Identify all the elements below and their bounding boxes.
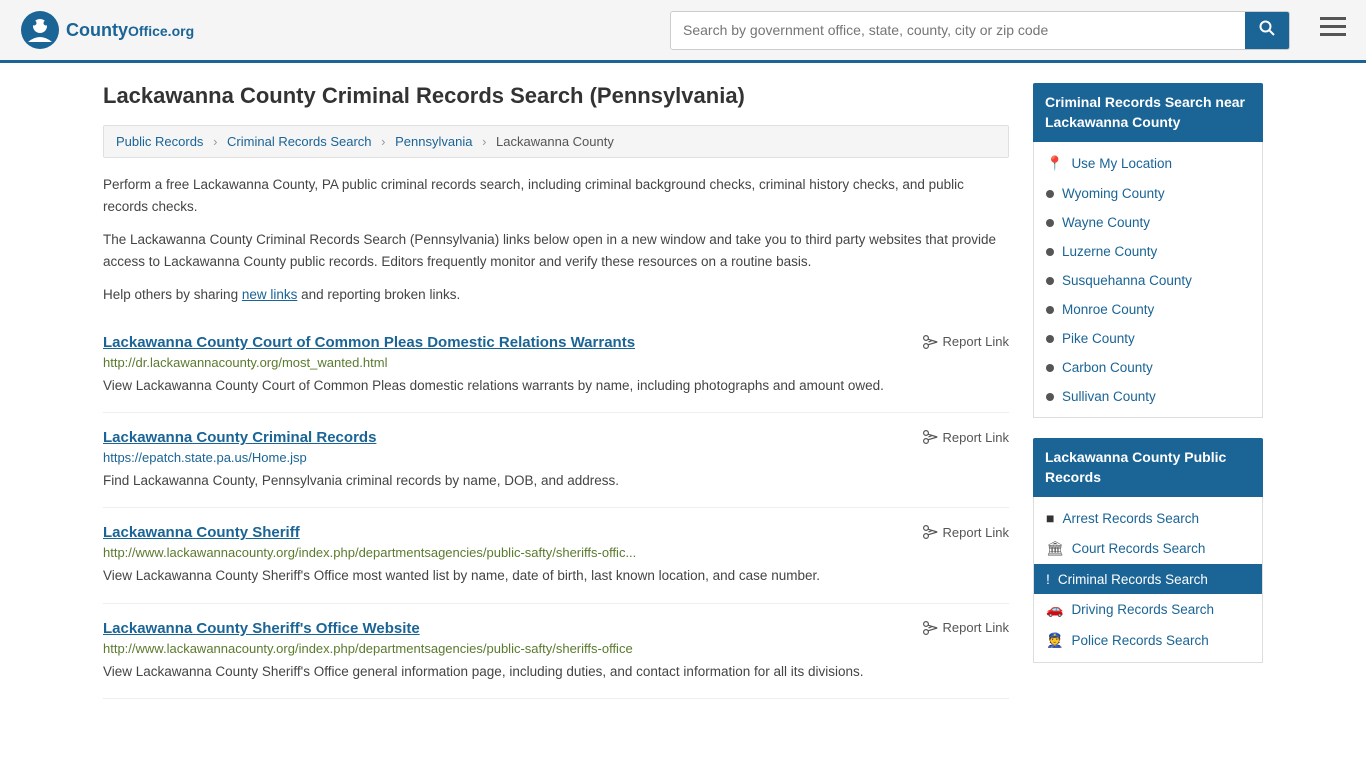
- nearby-county-6[interactable]: Carbon County: [1034, 353, 1262, 382]
- result-header-2: Lackawanna County Sheriff Report Link: [103, 524, 1009, 541]
- nearby-counties-list: Wyoming CountyWayne CountyLuzerne County…: [1034, 179, 1262, 411]
- main-container: Lackawanna County Criminal Records Searc…: [83, 63, 1283, 719]
- result-desc-0: View Lackawanna County Court of Common P…: [103, 376, 1009, 396]
- public-record-link-3[interactable]: 🚗Driving Records Search: [1034, 594, 1262, 625]
- dot-icon: [1046, 306, 1054, 314]
- scissors-icon: [922, 429, 938, 445]
- public-records-header: Lackawanna County Public Records: [1033, 438, 1263, 497]
- result-title-1[interactable]: Lackawanna County Criminal Records: [103, 429, 376, 446]
- public-record-link-0[interactable]: ■Arrest Records Search: [1034, 503, 1262, 533]
- result-item-0: Lackawanna County Court of Common Pleas …: [103, 318, 1009, 413]
- search-bar: [670, 11, 1290, 50]
- result-item-1: Lackawanna County Criminal Records Repor…: [103, 413, 1009, 508]
- nearby-county-3[interactable]: Susquehanna County: [1034, 266, 1262, 295]
- search-icon: [1259, 20, 1275, 36]
- result-header-1: Lackawanna County Criminal Records Repor…: [103, 429, 1009, 446]
- nearby-header: Criminal Records Search near Lackawanna …: [1033, 83, 1263, 142]
- hamburger-menu-icon[interactable]: [1320, 17, 1346, 43]
- description-1: Perform a free Lackawanna County, PA pub…: [103, 174, 1009, 217]
- site-header: CountyOffice.org: [0, 0, 1366, 63]
- result-title-0[interactable]: Lackawanna County Court of Common Pleas …: [103, 334, 635, 351]
- result-item-3: Lackawanna County Sheriff's Office Websi…: [103, 604, 1009, 699]
- report-link-0[interactable]: Report Link: [922, 334, 1009, 350]
- nearby-section: Criminal Records Search near Lackawanna …: [1033, 83, 1263, 418]
- logo-text: CountyOffice.org: [66, 20, 194, 41]
- rec-icon-3: 🚗: [1046, 601, 1063, 618]
- report-link-3[interactable]: Report Link: [922, 620, 1009, 636]
- result-url-1: https://epatch.state.pa.us/Home.jsp: [103, 450, 1009, 465]
- new-links-link[interactable]: new links: [242, 287, 298, 302]
- nearby-county-2[interactable]: Luzerne County: [1034, 237, 1262, 266]
- dot-icon: [1046, 335, 1054, 343]
- dot-icon: [1046, 277, 1054, 285]
- scissors-icon: [922, 620, 938, 636]
- dot-icon: [1046, 364, 1054, 372]
- result-header-3: Lackawanna County Sheriff's Office Websi…: [103, 620, 1009, 637]
- public-record-link-1[interactable]: 🏛Court Records Search: [1034, 533, 1262, 564]
- report-link-2[interactable]: Report Link: [922, 524, 1009, 540]
- dot-icon: [1046, 219, 1054, 227]
- nearby-county-5[interactable]: Pike County: [1034, 324, 1262, 353]
- description-2: The Lackawanna County Criminal Records S…: [103, 229, 1009, 272]
- public-record-link-4[interactable]: 👮Police Records Search: [1034, 625, 1262, 656]
- breadcrumb-pennsylvania[interactable]: Pennsylvania: [395, 134, 472, 149]
- rec-icon-2: !: [1046, 571, 1050, 587]
- breadcrumb-criminal-records[interactable]: Criminal Records Search: [227, 134, 372, 149]
- page-title: Lackawanna County Criminal Records Searc…: [103, 83, 1009, 109]
- public-records-body: ■Arrest Records Search🏛Court Records Sea…: [1033, 497, 1263, 663]
- sidebar: Criminal Records Search near Lackawanna …: [1033, 83, 1263, 699]
- site-logo[interactable]: CountyOffice.org: [20, 10, 194, 50]
- breadcrumb-public-records[interactable]: Public Records: [116, 134, 203, 149]
- result-desc-3: View Lackawanna County Sheriff's Office …: [103, 662, 1009, 682]
- description-3: Help others by sharing new links and rep…: [103, 284, 1009, 306]
- public-records-list: ■Arrest Records Search🏛Court Records Sea…: [1034, 503, 1262, 656]
- location-icon: 📍: [1046, 155, 1063, 172]
- result-url-3: http://www.lackawannacounty.org/index.ph…: [103, 641, 1009, 656]
- result-desc-2: View Lackawanna County Sheriff's Office …: [103, 566, 1009, 586]
- nearby-county-1[interactable]: Wayne County: [1034, 208, 1262, 237]
- breadcrumb-current: Lackawanna County: [496, 134, 614, 149]
- report-link-1[interactable]: Report Link: [922, 429, 1009, 445]
- rec-icon-4: 👮: [1046, 632, 1063, 649]
- search-button[interactable]: [1245, 12, 1289, 49]
- public-record-link-2[interactable]: !Criminal Records Search: [1034, 564, 1262, 594]
- nearby-county-4[interactable]: Monroe County: [1034, 295, 1262, 324]
- rec-icon-0: ■: [1046, 510, 1054, 526]
- scissors-icon: [922, 524, 938, 540]
- result-title-3[interactable]: Lackawanna County Sheriff's Office Websi…: [103, 620, 420, 637]
- result-url-0: http://dr.lackawannacounty.org/most_want…: [103, 355, 1009, 370]
- result-title-2[interactable]: Lackawanna County Sheriff: [103, 524, 300, 541]
- result-header-0: Lackawanna County Court of Common Pleas …: [103, 334, 1009, 351]
- dot-icon: [1046, 393, 1054, 401]
- dot-icon: [1046, 190, 1054, 198]
- result-item-2: Lackawanna County Sheriff Report Link ht…: [103, 508, 1009, 603]
- use-my-location-link[interactable]: 📍 Use My Location: [1034, 148, 1262, 179]
- result-url-2: http://www.lackawannacounty.org/index.ph…: [103, 545, 1009, 560]
- dot-icon: [1046, 248, 1054, 256]
- scissors-icon: [922, 334, 938, 350]
- content-area: Lackawanna County Criminal Records Searc…: [103, 83, 1009, 699]
- nearby-body: 📍 Use My Location Wyoming CountyWayne Co…: [1033, 142, 1263, 418]
- results-list: Lackawanna County Court of Common Pleas …: [103, 318, 1009, 699]
- nearby-county-0[interactable]: Wyoming County: [1034, 179, 1262, 208]
- public-records-section: Lackawanna County Public Records ■Arrest…: [1033, 438, 1263, 663]
- rec-icon-1: 🏛: [1046, 540, 1064, 557]
- result-desc-1: Find Lackawanna County, Pennsylvania cri…: [103, 471, 1009, 491]
- nearby-county-7[interactable]: Sullivan County: [1034, 382, 1262, 411]
- search-input[interactable]: [671, 12, 1245, 49]
- logo-icon: [20, 10, 60, 50]
- breadcrumb: Public Records › Criminal Records Search…: [103, 125, 1009, 158]
